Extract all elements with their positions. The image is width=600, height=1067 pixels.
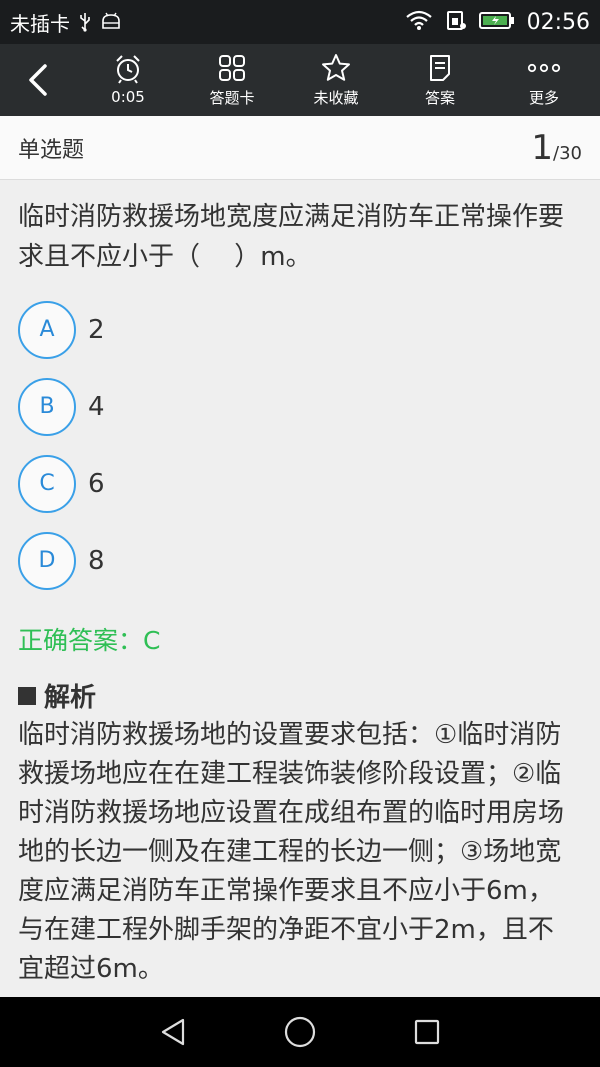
battery-icon <box>478 10 515 35</box>
back-arrow-icon <box>29 64 47 96</box>
option-b[interactable]: B 4 <box>18 368 582 445</box>
nav-back-button[interactable] <box>143 1002 203 1062</box>
favorite-label: 未收藏 <box>313 88 359 107</box>
options-list: A 2 B 4 C 6 D 8 <box>18 291 582 599</box>
nav-home-button[interactable] <box>270 1002 330 1062</box>
question-text: 临时消防救援场地宽度应满足消防车正常操作要求且不应小于（ ）m。 <box>18 202 565 272</box>
system-nav-bar <box>0 997 600 1067</box>
option-letter: B <box>18 377 76 436</box>
more-button[interactable]: 更多 <box>492 44 596 116</box>
square-bullet-icon <box>18 686 36 705</box>
option-letter: A <box>18 300 76 359</box>
answer-button[interactable]: 答案 <box>388 44 492 116</box>
option-text: 4 <box>88 391 105 422</box>
back-button[interactable] <box>0 44 76 116</box>
analysis-text: 临时消防救援场地的设置要求包括：①临时消防救援场地应在在建工程装饰装修阶段设置；… <box>18 720 565 984</box>
option-text: 8 <box>88 545 105 576</box>
favorite-button[interactable]: 未收藏 <box>284 44 388 116</box>
more-dots-icon <box>527 53 561 83</box>
option-letter: C <box>18 454 76 513</box>
square-recents-icon <box>414 1019 439 1045</box>
option-text: 2 <box>88 314 105 345</box>
grid-icon <box>218 53 246 83</box>
correct-answer: 正确答案：C <box>18 626 161 655</box>
alarm-clock-icon <box>113 54 143 84</box>
option-a[interactable]: A 2 <box>18 291 582 368</box>
more-label: 更多 <box>528 88 559 107</box>
question-content[interactable]: 临时消防救援场地宽度应满足消防车正常操作要求且不应小于（ ）m。 A 2 B 4… <box>0 181 600 997</box>
wifi-icon <box>405 9 433 36</box>
option-letter: D <box>18 531 76 590</box>
android-debug-icon <box>100 12 122 32</box>
question-header: 单选题 1 /30 <box>0 116 600 180</box>
star-icon <box>321 53 351 83</box>
sim-icon <box>445 9 467 36</box>
toolbar: 0:05 答题卡 未收藏 答案 更多 <box>0 44 600 116</box>
timer-button[interactable]: 0:05 <box>76 44 180 116</box>
analysis-heading: 解析 <box>18 677 582 714</box>
answer-label: 答案 <box>424 88 455 107</box>
analysis-title: 解析 <box>44 683 97 713</box>
usb-icon <box>78 12 92 32</box>
option-d[interactable]: D 8 <box>18 522 582 599</box>
total-questions: /30 <box>553 142 582 164</box>
option-c[interactable]: C 6 <box>18 445 582 522</box>
document-icon <box>428 53 452 83</box>
triangle-back-icon <box>162 1018 185 1046</box>
current-question-number: 1 <box>531 127 554 168</box>
nav-recents-button[interactable] <box>397 1002 457 1062</box>
status-bar: 未插卡 02:56 <box>0 0 600 44</box>
timer-label: 0:05 <box>111 88 145 106</box>
clock: 02:56 <box>526 9 590 35</box>
carrier-text: 未插卡 <box>10 11 70 36</box>
answer-card-button[interactable]: 答题卡 <box>180 44 284 116</box>
circle-home-icon <box>284 1016 316 1048</box>
question-type: 单选题 <box>18 137 85 163</box>
question-counter: 1 /30 <box>531 128 582 168</box>
option-text: 6 <box>88 468 105 499</box>
answer-card-label: 答题卡 <box>209 88 255 107</box>
